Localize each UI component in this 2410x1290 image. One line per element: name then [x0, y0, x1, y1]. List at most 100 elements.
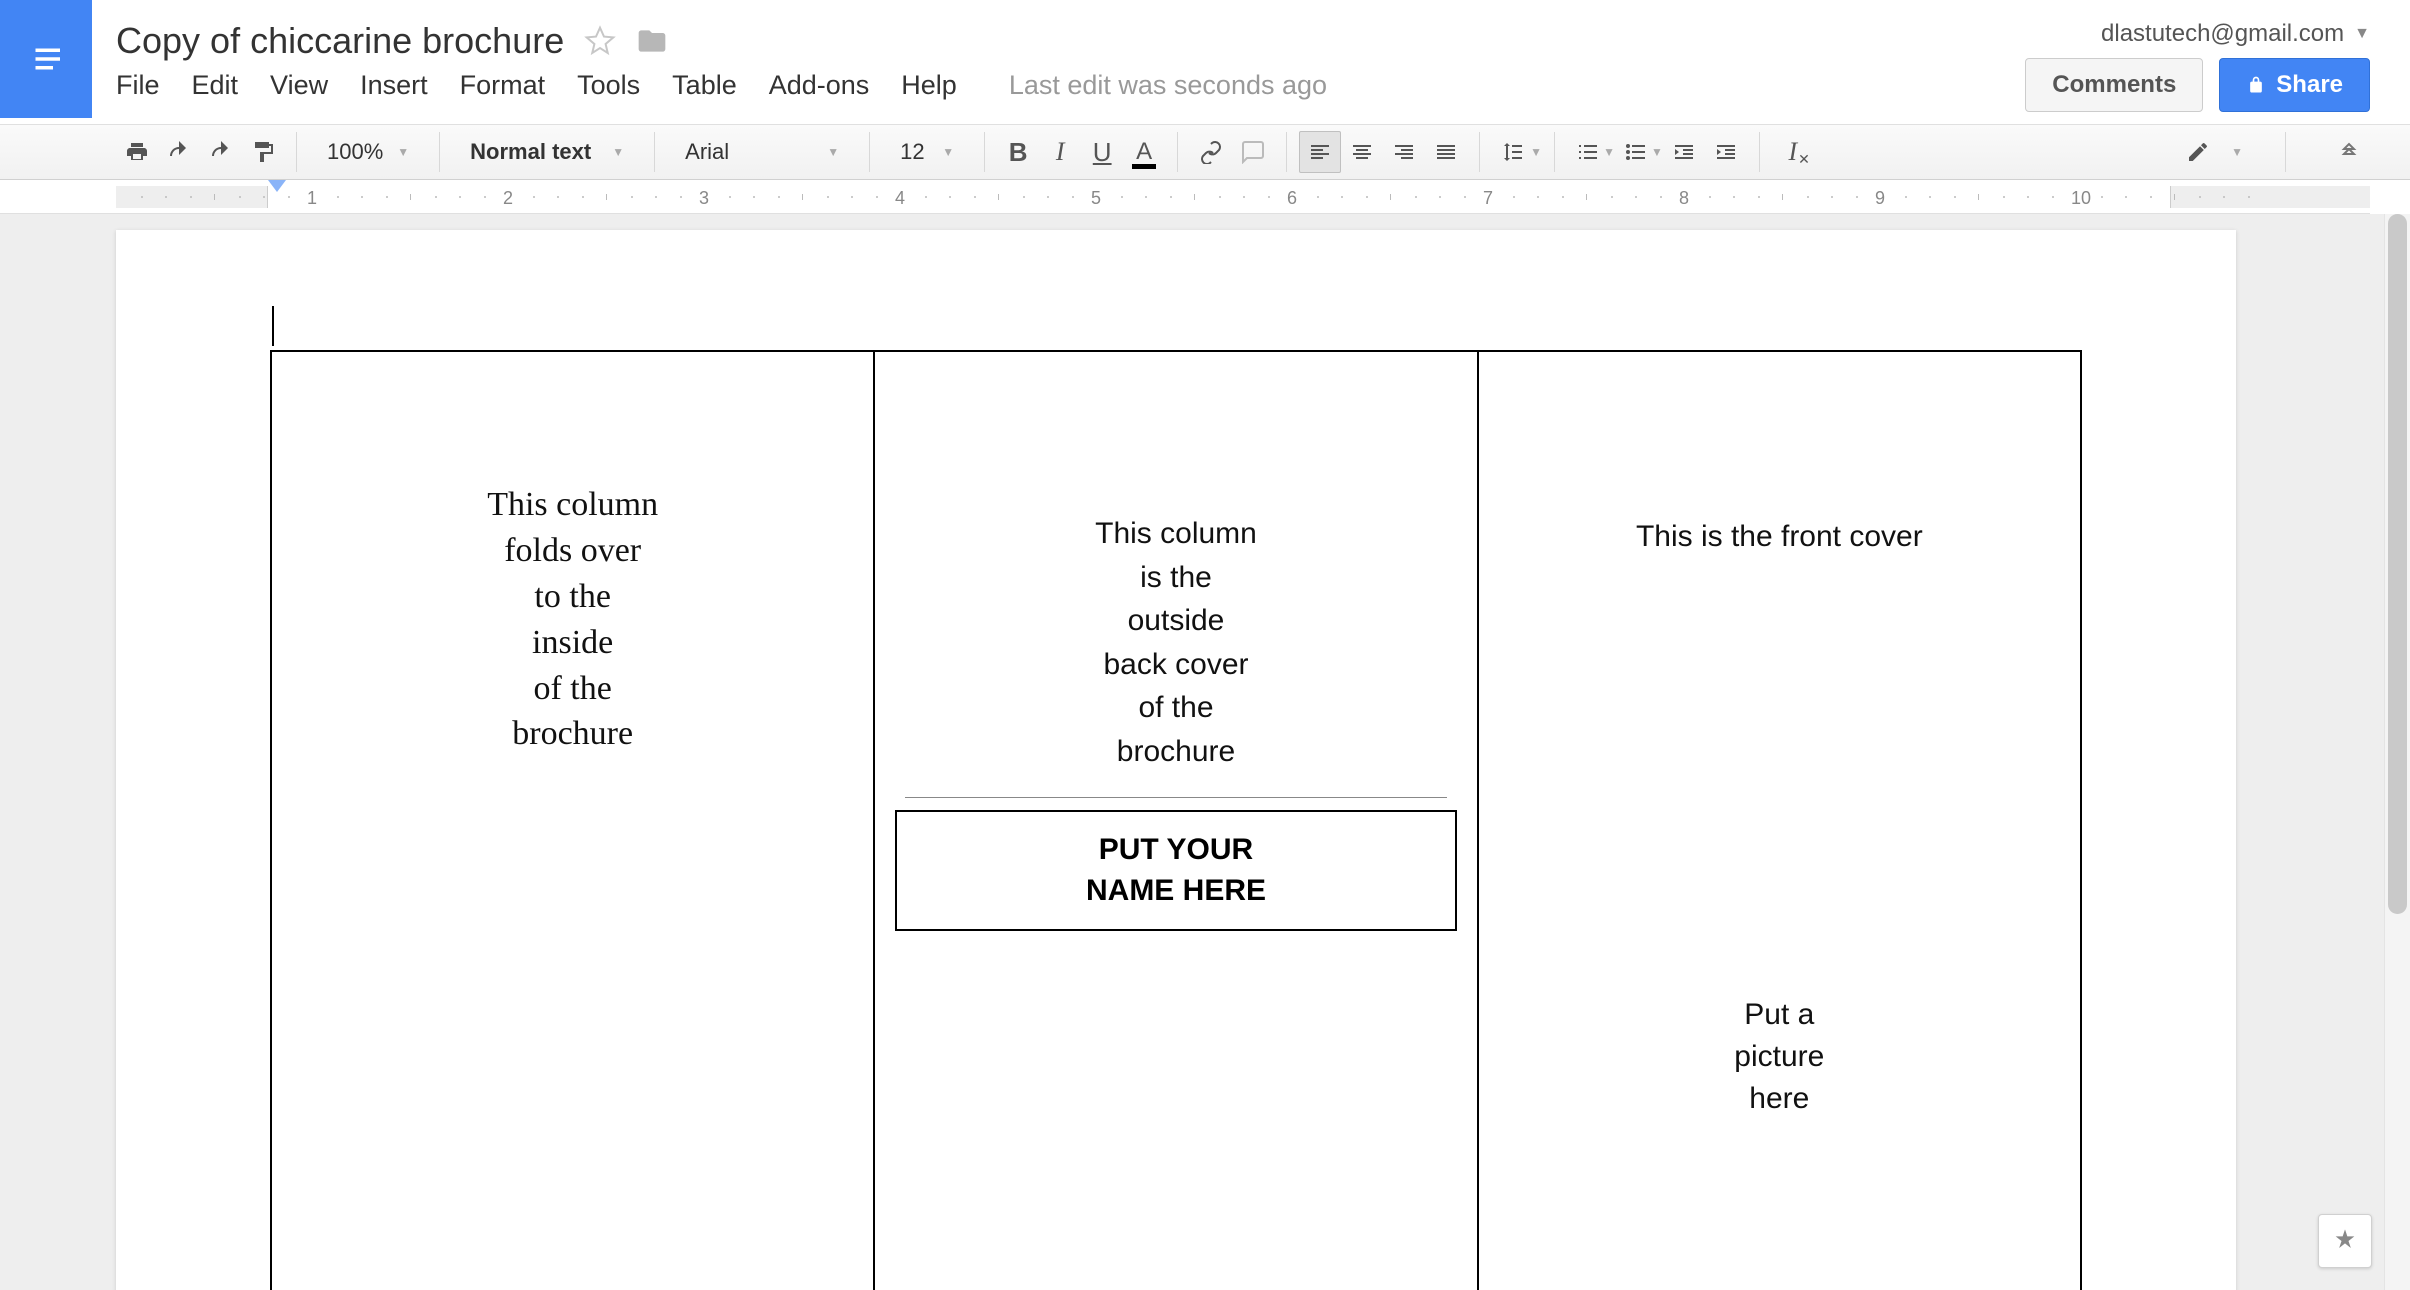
text-line: outside	[895, 599, 1456, 643]
chevron-down-icon: ▼	[1651, 145, 1663, 159]
menu-edit[interactable]: Edit	[192, 70, 239, 101]
align-justify-button[interactable]	[1425, 131, 1467, 173]
account-email: dlastutech@gmail.com	[2101, 20, 2344, 48]
text-line: This column	[292, 482, 853, 528]
align-center-button[interactable]	[1341, 131, 1383, 173]
horizontal-rule	[905, 797, 1446, 798]
toolbar-right: ▼	[2177, 124, 2370, 180]
ruler-number: 1	[307, 188, 317, 206]
text-line: inside	[292, 620, 853, 666]
document-page[interactable]: This column folds over to the inside of …	[116, 230, 2236, 1290]
text-line: brochure	[895, 730, 1456, 774]
text-line: folds over	[292, 528, 853, 574]
last-edit-text[interactable]: Last edit was seconds ago	[1009, 70, 1327, 101]
align-left-button[interactable]	[1299, 131, 1341, 173]
ruler-number: 3	[699, 188, 709, 206]
docs-logo[interactable]	[0, 0, 92, 118]
folder-icon[interactable]	[636, 25, 668, 57]
menu-insert[interactable]: Insert	[360, 70, 428, 101]
col3-picture-placeholder[interactable]: Put a picture here	[1499, 994, 2060, 1120]
line-spacing-button[interactable]	[1492, 131, 1534, 173]
menu-file[interactable]: File	[116, 70, 160, 101]
lock-icon	[2246, 75, 2266, 95]
menu-tools[interactable]: Tools	[577, 70, 640, 101]
comments-button[interactable]: Comments	[2025, 58, 2203, 112]
zoom-dropdown[interactable]: 100% ▼	[309, 131, 427, 173]
horizontal-ruler[interactable]: 12345678910	[0, 180, 2370, 214]
font-dropdown[interactable]: Arial ▼	[667, 131, 857, 173]
star-icon[interactable]	[584, 25, 616, 57]
menu-format[interactable]: Format	[460, 70, 546, 101]
insert-comment-button[interactable]	[1232, 131, 1274, 173]
brochure-col-3[interactable]: This is the front cover Put a picture he…	[1478, 351, 2081, 1290]
document-work-area[interactable]: This column folds over to the inside of …	[0, 214, 2410, 1290]
insert-link-button[interactable]	[1190, 131, 1232, 173]
toolbar: 100% ▼ Normal text ▼ Arial ▼ 12 ▼ B I U …	[0, 124, 2410, 180]
menu-bar: File Edit View Insert Format Tools Table…	[116, 70, 1327, 101]
share-button[interactable]: Share	[2219, 58, 2370, 112]
underline-button[interactable]: U	[1081, 131, 1123, 173]
text-line: Put a	[1499, 994, 2060, 1036]
col3-title[interactable]: This is the front cover	[1499, 520, 2060, 554]
text-line: of the	[895, 686, 1456, 730]
text-line: is the	[895, 556, 1456, 600]
undo-button[interactable]	[158, 131, 200, 173]
bold-button[interactable]: B	[997, 131, 1039, 173]
comments-button-label: Comments	[2052, 71, 2176, 99]
account-bar[interactable]: dlastutech@gmail.com ▼	[2101, 20, 2370, 48]
text-line: brochure	[292, 711, 853, 757]
menu-help[interactable]: Help	[901, 70, 957, 101]
doc-title[interactable]: Copy of chiccarine brochure	[116, 20, 564, 62]
name-box[interactable]: PUT YOUR NAME HERE	[895, 810, 1456, 931]
ruler-number: 10	[2071, 188, 2091, 206]
clear-formatting-button[interactable]: I✕	[1772, 131, 1814, 173]
text-color-button[interactable]: A	[1123, 131, 1165, 173]
ruler-number: 7	[1483, 188, 1493, 206]
ruler-number: 5	[1091, 188, 1101, 206]
editing-mode-button[interactable]	[2177, 131, 2219, 173]
italic-button[interactable]: I	[1039, 131, 1081, 173]
menu-view[interactable]: View	[270, 70, 328, 101]
chevron-down-icon: ▼	[397, 145, 409, 159]
table-row: This column folds over to the inside of …	[271, 351, 2081, 1290]
title-row: Copy of chiccarine brochure	[116, 20, 668, 62]
vertical-scrollbar[interactable]	[2384, 214, 2410, 1290]
chevron-down-icon: ▼	[1530, 145, 1542, 159]
explore-button[interactable]	[2318, 1214, 2372, 1268]
ruler-number: 6	[1287, 188, 1297, 206]
text-line: NAME HERE	[907, 871, 1444, 912]
redo-button[interactable]	[200, 131, 242, 173]
increase-indent-button[interactable]	[1705, 131, 1747, 173]
font-size-dropdown[interactable]: 12 ▼	[882, 131, 972, 173]
share-button-label: Share	[2276, 71, 2343, 99]
chevron-down-icon: ▼	[612, 145, 624, 159]
menu-addons[interactable]: Add-ons	[769, 70, 870, 101]
col2-text[interactable]: This column is the outside back cover of…	[895, 512, 1456, 773]
paragraph-style-dropdown[interactable]: Normal text ▼	[452, 131, 642, 173]
text-line: PUT YOUR	[907, 830, 1444, 871]
docs-icon	[25, 38, 67, 80]
font-size-value: 12	[900, 139, 924, 165]
brochure-table[interactable]: This column folds over to the inside of …	[270, 350, 2082, 1290]
col1-text[interactable]: This column folds over to the inside of …	[292, 482, 853, 757]
text-line: to the	[292, 574, 853, 620]
brochure-col-1[interactable]: This column folds over to the inside of …	[271, 351, 874, 1290]
ruler-number: 9	[1875, 188, 1885, 206]
menu-table[interactable]: Table	[672, 70, 737, 101]
text-line: back cover	[895, 643, 1456, 687]
scrollbar-thumb[interactable]	[2388, 214, 2407, 914]
chevron-down-icon: ▼	[827, 145, 839, 159]
paint-format-button[interactable]	[242, 131, 284, 173]
collapse-toolbar-button[interactable]	[2328, 131, 2370, 173]
decrease-indent-button[interactable]	[1663, 131, 1705, 173]
brochure-col-2[interactable]: This column is the outside back cover of…	[874, 351, 1477, 1290]
chevron-down-icon: ▼	[2231, 145, 2243, 159]
explore-icon	[2331, 1227, 2359, 1255]
paragraph-style-value: Normal text	[470, 139, 591, 165]
ruler-number: 2	[503, 188, 513, 206]
chevron-down-icon: ▼	[1603, 145, 1615, 159]
text-line: here	[1499, 1078, 2060, 1120]
print-button[interactable]	[116, 131, 158, 173]
font-value: Arial	[685, 139, 729, 165]
align-right-button[interactable]	[1383, 131, 1425, 173]
